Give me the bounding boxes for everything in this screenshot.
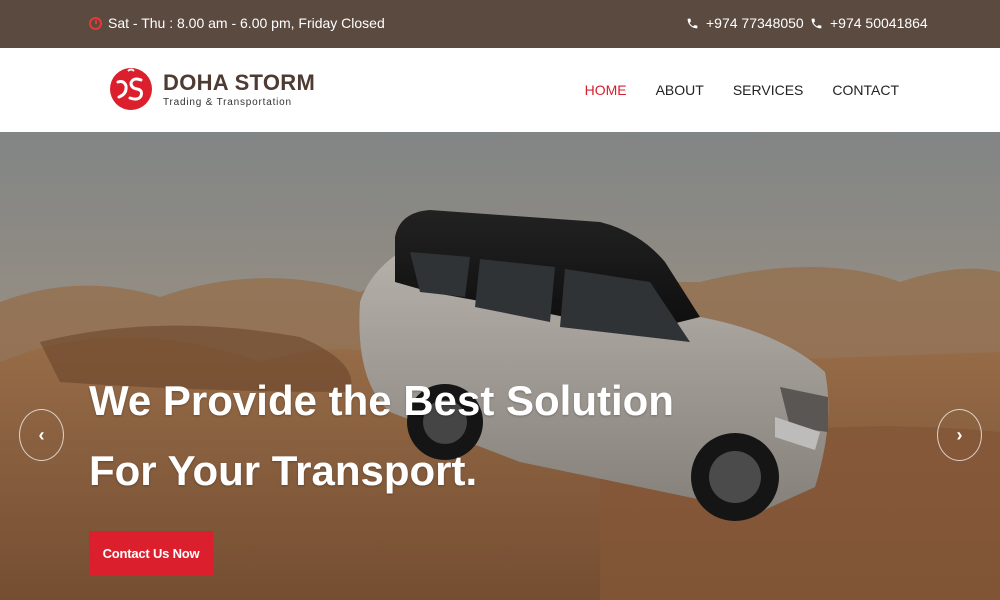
phone-icon xyxy=(811,18,822,28)
hero-title: We Provide the Best Solution For Your Tr… xyxy=(89,366,689,506)
phone-icon xyxy=(687,18,698,28)
clock-icon xyxy=(89,16,102,30)
slider-prev-button[interactable]: ‹ xyxy=(19,409,64,461)
chevron-right-icon: › xyxy=(956,424,963,445)
business-hours-text: Sat - Thu : 8.00 am - 6.00 pm, Friday Cl… xyxy=(108,15,385,31)
nav-contact[interactable]: CONTACT xyxy=(832,82,899,98)
nav-home[interactable]: HOME xyxy=(585,82,627,98)
hero-slider: We Provide the Best Solution For Your Tr… xyxy=(0,132,1000,600)
top-info-bar: Sat - Thu : 8.00 am - 6.00 pm, Friday Cl… xyxy=(0,0,1000,48)
nav-about[interactable]: ABOUT xyxy=(656,82,704,98)
business-hours: Sat - Thu : 8.00 am - 6.00 pm, Friday Cl… xyxy=(89,15,385,31)
hero-title-line-2: For Your Transport. xyxy=(89,447,478,494)
slider-next-button[interactable]: › xyxy=(937,409,982,461)
hero-title-line-1: We Provide the Best Solution xyxy=(89,377,674,424)
contact-us-button[interactable]: Contact Us Now xyxy=(89,531,213,575)
phone-1[interactable]: +974 77348050 xyxy=(686,15,804,31)
site-header: DOHA STORM Trading & Transportation HOME… xyxy=(0,48,1000,132)
chevron-left-icon: ‹ xyxy=(38,424,45,445)
logo-mark-icon xyxy=(110,68,152,110)
brand-tagline: Trading & Transportation xyxy=(163,96,292,108)
phone-1-text: +974 77348050 xyxy=(706,15,804,31)
site-logo[interactable]: DOHA STORM Trading & Transportation xyxy=(109,63,315,115)
phone-2-text: +974 50041864 xyxy=(830,15,928,31)
brand-name: DOHA STORM xyxy=(163,69,316,95)
main-nav: HOME ABOUT SERVICES CONTACT xyxy=(585,82,899,98)
nav-services[interactable]: SERVICES xyxy=(733,82,804,98)
phone-2[interactable]: +974 50041864 xyxy=(810,15,928,31)
